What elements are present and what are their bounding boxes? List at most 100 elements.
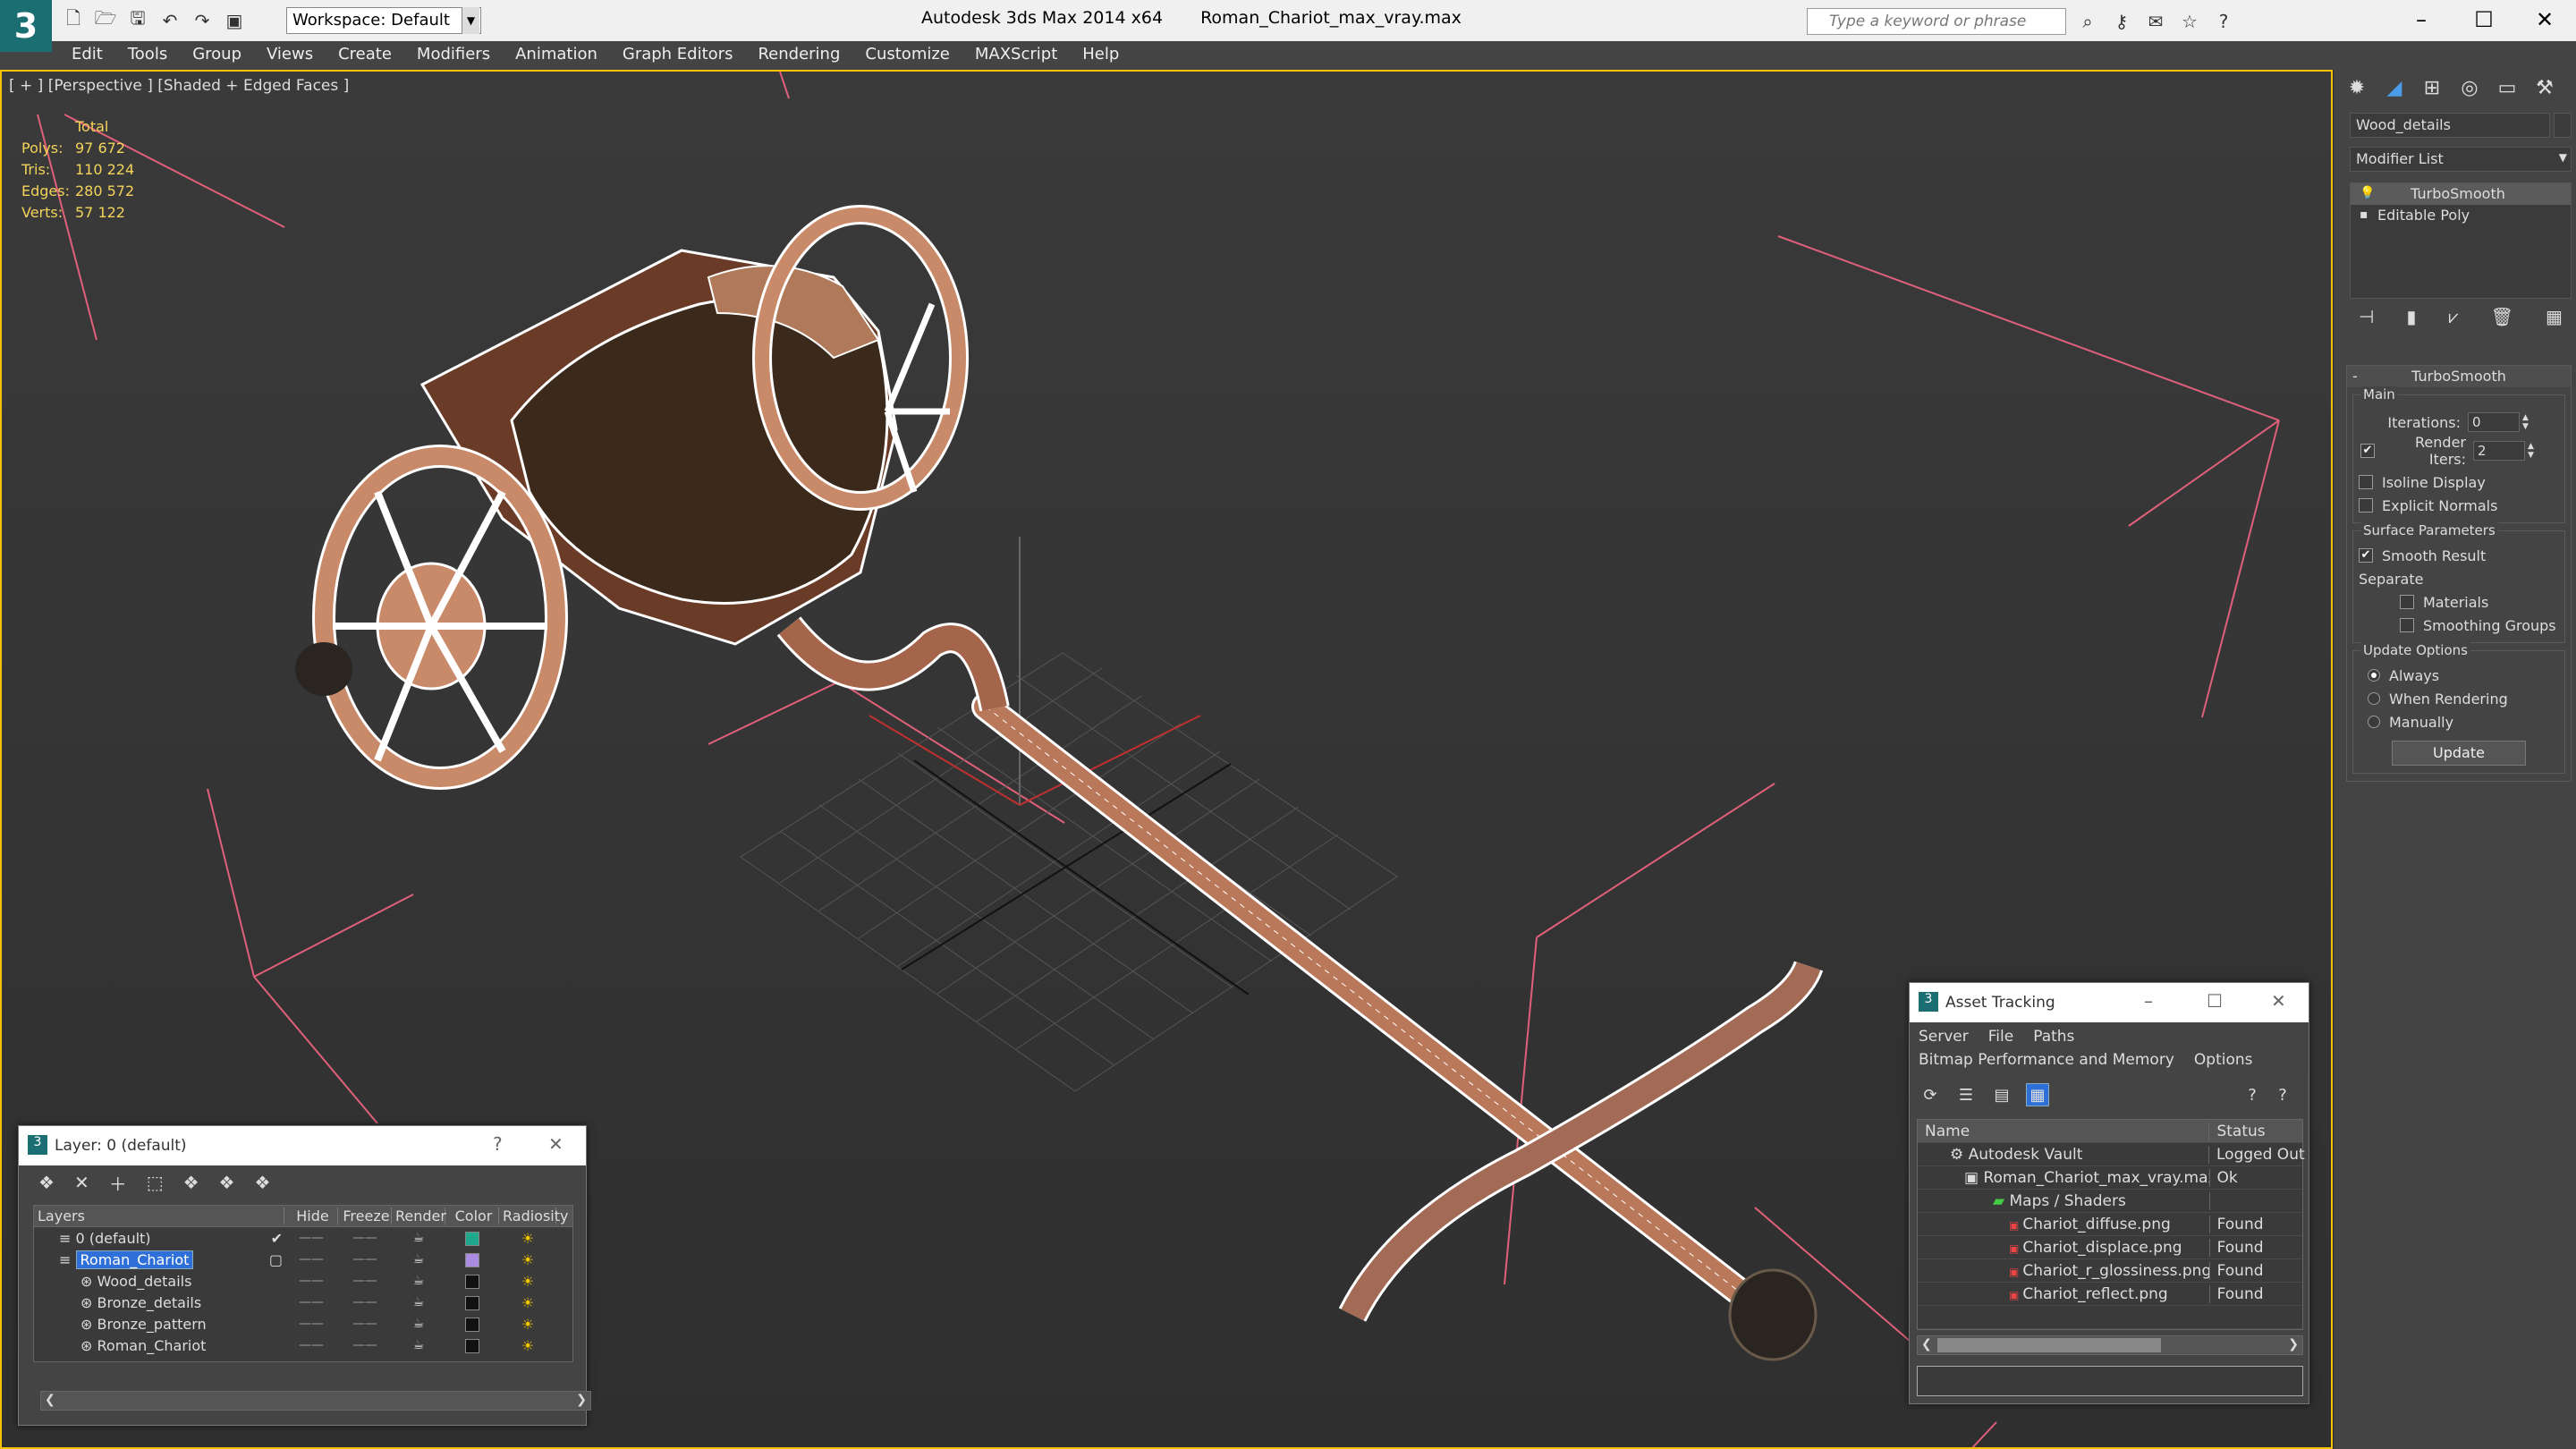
render-teapot-icon[interactable]: ☕ [392,1274,445,1288]
show-end-result-icon[interactable]: ▮ [2406,306,2416,327]
radiosity-icon[interactable]: ☀ [499,1316,556,1333]
column-header[interactable]: Render [392,1208,446,1224]
help-icon[interactable]: ? [493,1133,503,1155]
current-layer-check[interactable]: ✔ [271,1230,283,1247]
object-name-field[interactable]: Wood_details [2350,113,2550,138]
menu-maxscript[interactable]: MAXScript [975,41,1073,70]
freeze-toggle[interactable]: —— [338,1295,392,1309]
materials-checkbox[interactable] [2400,595,2414,609]
radiosity-icon[interactable]: ☀ [499,1337,556,1354]
layer-name[interactable]: Bronze_details [97,1294,202,1311]
pin-stack-icon[interactable]: ⊣ [2359,306,2374,327]
display-tab-icon[interactable]: ▭ [2493,73,2521,102]
utilities-tab-icon[interactable]: ⚒ [2530,73,2559,102]
menu-rendering[interactable]: Rendering [758,41,856,70]
select-objects-icon[interactable]: ⬚ [147,1172,164,1193]
configure-sets-icon[interactable]: ▦ [2546,306,2563,327]
scroll-right-icon[interactable]: ❯ [2288,1337,2299,1352]
render-teapot-icon[interactable]: ☕ [392,1231,445,1245]
layer-name[interactable]: Roman_Chariot [75,1250,194,1269]
save-icon[interactable]: 🖫 [125,7,150,33]
new-file-icon[interactable]: 🗋 [61,7,86,33]
scroll-left-icon[interactable]: ❮ [1921,1337,1932,1352]
app-menu-icon[interactable]: 3 [0,0,52,52]
maximize-icon[interactable]: ☐ [2207,990,2223,1012]
always-radio[interactable] [2368,669,2380,682]
update-button[interactable]: Update [2392,741,2526,766]
hide-toggle[interactable]: —— [284,1295,338,1309]
radiosity-icon[interactable]: ☀ [499,1251,556,1268]
layer-color-swatch[interactable] [465,1318,479,1332]
table-row[interactable]: ≡ Roman_Chariot ▢ —— —— ☕ ☀ [34,1249,572,1270]
iterations-spinner[interactable]: 0 [2468,412,2520,432]
project-folder-icon[interactable]: ▣ [222,8,247,33]
isoline-checkbox[interactable] [2359,475,2373,489]
table-row[interactable]: ⊛ Roman_Chariot —— —— ☕ ☀ [34,1335,572,1356]
remove-modifier-icon[interactable]: 🗑 [2491,306,2513,327]
table-row[interactable]: ▰ Maps / Shaders [1918,1190,2302,1213]
hide-toggle[interactable]: —— [284,1317,338,1331]
explicit-normals-checkbox[interactable] [2359,498,2373,513]
menu-file[interactable]: File [1988,1028,2013,1049]
table-row[interactable]: ▣ Chariot_reflect.png Found [1918,1283,2302,1306]
layer-color-swatch[interactable] [465,1296,479,1310]
search-input[interactable]: Type a keyword or phrase [1807,8,2066,35]
smooth-result-checkbox[interactable]: ✔ [2359,548,2373,563]
current-layer-check[interactable]: ▢ [269,1251,283,1268]
minimize-button[interactable]: – [2390,2,2453,38]
motion-tab-icon[interactable]: ◎ [2455,73,2484,102]
radiosity-icon[interactable]: ☀ [499,1294,556,1311]
column-header[interactable]: Layers [34,1208,284,1224]
scroll-right-icon[interactable]: ❯ [576,1393,587,1407]
star-icon[interactable]: ☆ [2177,9,2202,34]
delete-layer-icon[interactable]: ✕ [74,1172,89,1193]
create-tab-icon[interactable]: ✹ [2343,73,2371,102]
table-row[interactable]: ▣ Roman_Chariot_max_vray.max Ok [1918,1166,2302,1190]
column-header[interactable]: Hide [284,1208,338,1224]
radiosity-icon[interactable]: ☀ [499,1230,556,1247]
stack-item-editable-poly[interactable]: ▪ Editable Poly [2351,205,2571,226]
refresh-icon[interactable]: ⟳ [1919,1083,1942,1106]
table-view-icon[interactable]: ▦ [2026,1083,2049,1106]
freeze-all-icon[interactable]: ❖ [254,1172,270,1193]
hide-toggle[interactable]: —— [284,1252,338,1267]
table-row[interactable]: ⊛ Wood_details —— —— ☕ ☀ [34,1270,572,1292]
menu-options[interactable]: Options [2194,1051,2253,1076]
menu-server[interactable]: Server [1919,1028,1969,1049]
dialog-title-bar[interactable]: 3 Asset Tracking – ☐ ✕ [1910,983,2309,1022]
layer-color-swatch[interactable] [465,1339,479,1353]
freeze-toggle[interactable]: —— [338,1231,392,1245]
thumbnail-view-icon[interactable]: ▤ [1990,1083,2013,1106]
rollout-header[interactable]: - TurboSmooth [2347,366,2571,387]
menu-customize[interactable]: Customize [865,41,965,70]
maximize-button[interactable]: ☐ [2453,2,2515,38]
table-row[interactable]: ▣ Chariot_r_glossiness.png Found [1918,1259,2302,1283]
layer-color-swatch[interactable] [465,1232,479,1246]
menu-views[interactable]: Views [267,41,329,70]
layer-color-swatch[interactable] [465,1275,479,1289]
modify-tab-icon[interactable]: ◢ [2380,73,2409,102]
column-header[interactable]: Color [445,1208,499,1224]
help-context-icon[interactable]: ? [2271,1083,2294,1106]
collapse-icon[interactable]: - [2352,368,2358,385]
undo-icon[interactable]: ↶ [157,8,182,33]
render-iters-spinner[interactable]: 2 [2473,441,2525,461]
column-header[interactable]: Freeze [338,1208,392,1224]
key-icon[interactable]: ⚷ [2109,9,2134,34]
table-row[interactable]: ▣ Chariot_diffuse.png Found [1918,1213,2302,1236]
new-layer-icon[interactable]: ❖ [38,1172,55,1193]
layer-name[interactable]: Roman_Chariot [97,1337,207,1354]
scroll-left-icon[interactable]: ❮ [45,1393,55,1407]
layer-color-swatch[interactable] [465,1253,479,1267]
render-teapot-icon[interactable]: ☕ [392,1252,445,1267]
open-file-icon[interactable]: 🗁 [93,7,118,33]
hide-toggle[interactable]: —— [284,1274,338,1288]
scroll-thumb[interactable] [1937,1338,2161,1352]
hide-toggle[interactable]: —— [284,1231,338,1245]
render-teapot-icon[interactable]: ☕ [392,1295,445,1309]
layer-name[interactable]: Bronze_pattern [97,1316,207,1333]
render-teapot-icon[interactable]: ☕ [392,1338,445,1352]
manually-radio[interactable] [2368,716,2380,728]
menu-animation[interactable]: Animation [515,41,614,70]
hide-all-icon[interactable]: ❖ [219,1172,235,1193]
